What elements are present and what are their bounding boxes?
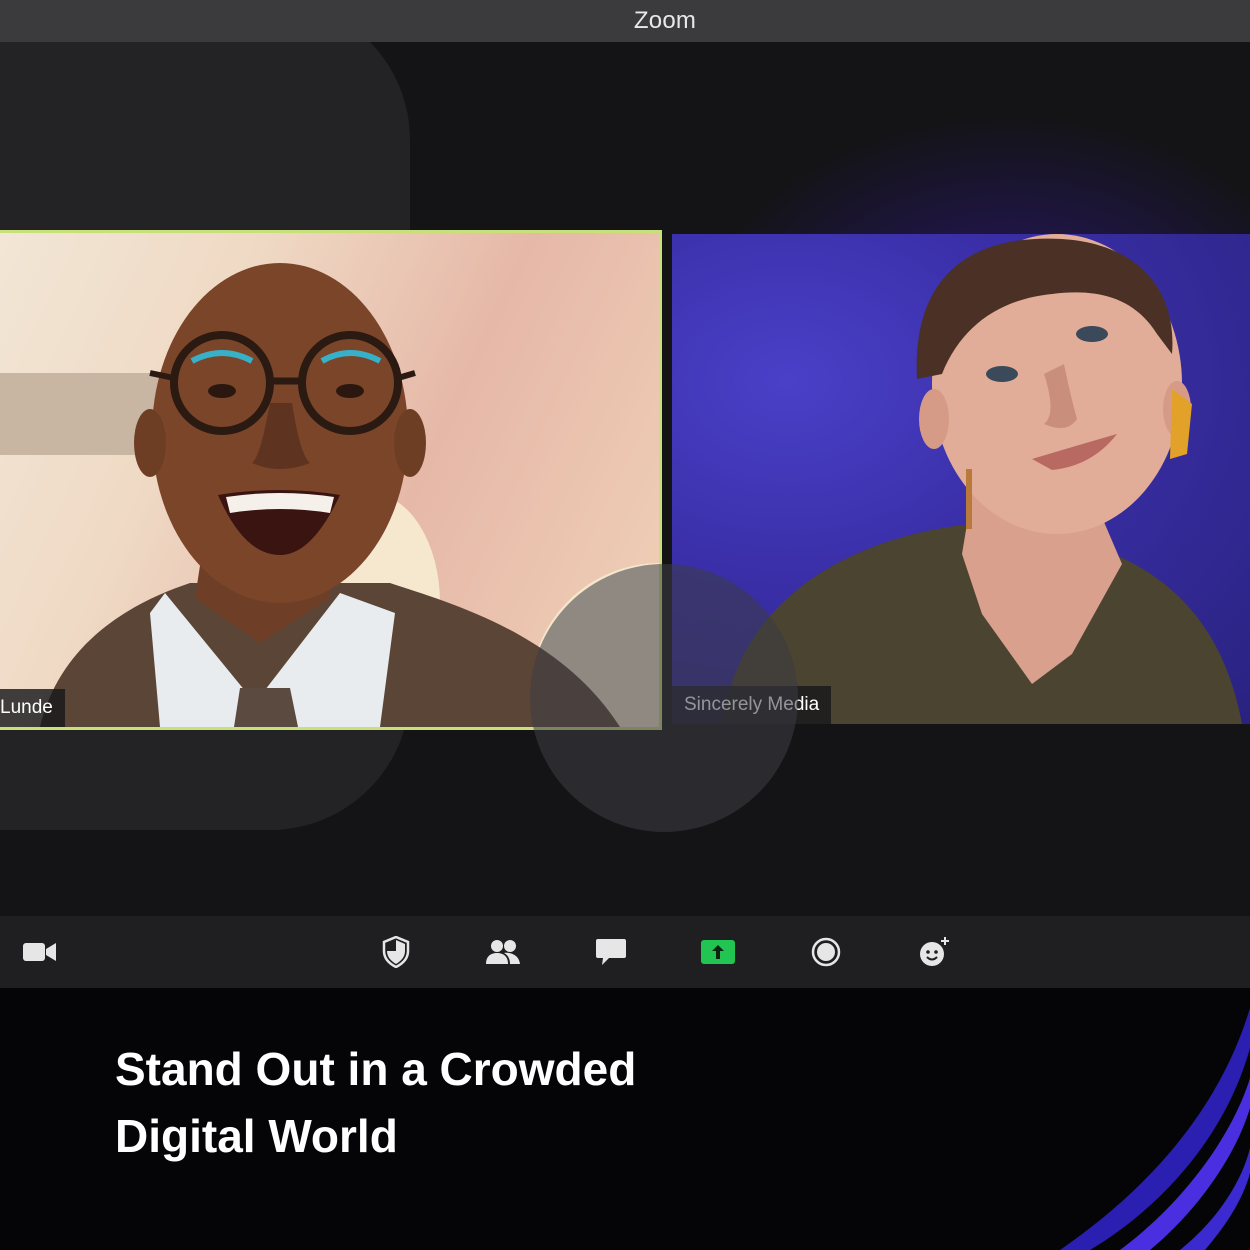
headline-line-2: Digital World: [115, 1110, 398, 1162]
participants-icon: [486, 940, 520, 964]
share-screen-button[interactable]: [700, 934, 736, 970]
reactions-button[interactable]: [916, 934, 952, 970]
headline: Stand Out in a Crowded Digital World: [115, 1036, 815, 1170]
participant-name: Lunde: [0, 697, 53, 718]
participant-name-tag: Lunde: [0, 689, 65, 727]
security-shield-icon: [382, 936, 410, 968]
meeting-toolbar: [0, 916, 1250, 988]
share-screen-icon: [701, 940, 735, 964]
reactions-icon: [920, 937, 949, 966]
security-button[interactable]: [378, 934, 414, 970]
window-title: Zoom: [633, 7, 697, 34]
video-camera-icon: [23, 943, 56, 961]
record-icon: [811, 937, 841, 967]
video-camera-button[interactable]: [22, 934, 58, 970]
participants-button[interactable]: [485, 934, 521, 970]
promo-footer: Stand Out in a Crowded Digital World: [0, 988, 1250, 1250]
video-stage: Lunde Sincerely Medi: [0, 42, 1250, 916]
decorative-circle: [530, 564, 798, 832]
record-button[interactable]: [808, 934, 844, 970]
chat-icon: [596, 939, 626, 965]
window-titlebar: Zoom: [0, 0, 1250, 42]
headline-line-1: Stand Out in a Crowded: [115, 1043, 637, 1095]
chat-button[interactable]: [593, 934, 629, 970]
